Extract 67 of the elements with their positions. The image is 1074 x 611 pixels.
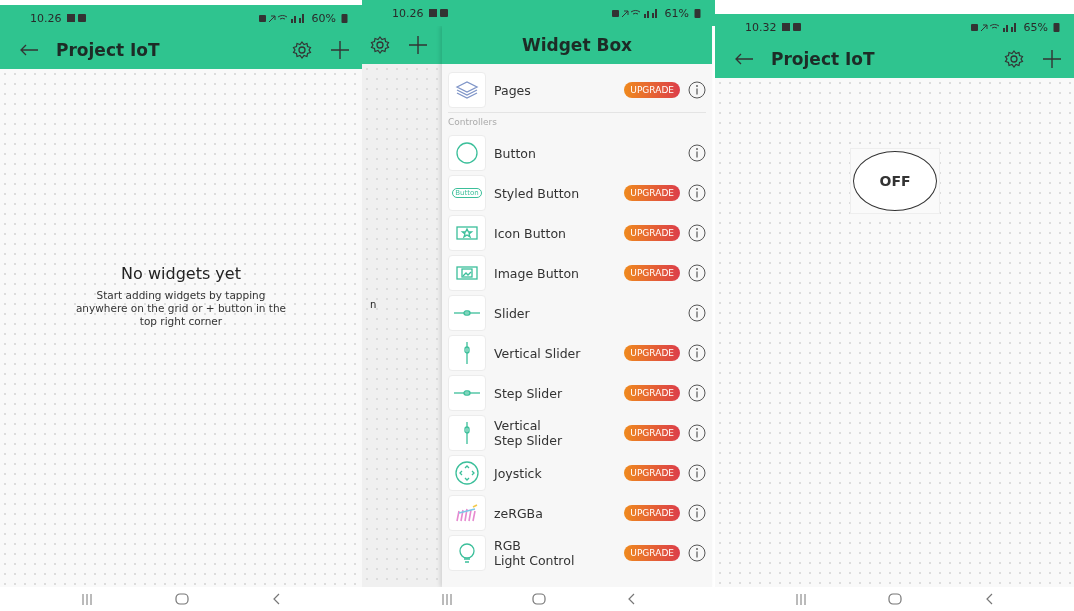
screen-title: Project IoT — [56, 40, 161, 60]
info-icon[interactable] — [688, 464, 706, 482]
battery-icon — [694, 8, 701, 18]
clock-time: 10.26 — [392, 6, 424, 20]
info-icon[interactable] — [688, 344, 706, 362]
add-icon[interactable] — [330, 40, 350, 60]
battery-percent: 60% — [311, 11, 336, 25]
section-header: Controllers — [448, 116, 498, 129]
widget-name[interactable]: Joystick — [494, 465, 617, 481]
add-icon[interactable] — [408, 35, 428, 55]
info-icon[interactable] — [688, 304, 706, 322]
empty-state-title: No widgets yet — [121, 264, 241, 283]
text-fragment: n — [370, 299, 377, 310]
widget-name[interactable]: Styled Button — [494, 185, 617, 201]
circle-icon — [453, 141, 481, 165]
status-icons-drawing — [611, 8, 660, 18]
clock-time: 10.32 — [745, 20, 777, 34]
home-icon[interactable] — [888, 593, 903, 605]
info-icon[interactable] — [688, 81, 706, 99]
battery-icon — [1053, 22, 1060, 32]
widget-name[interactable]: Button — [494, 145, 680, 161]
widget-name[interactable]: Pages — [494, 82, 617, 98]
info-icon[interactable] — [688, 544, 706, 562]
widget-name[interactable]: zeRGBa — [494, 505, 617, 521]
back-icon[interactable] — [272, 593, 281, 605]
home-icon[interactable] — [175, 593, 189, 605]
settings-icon[interactable] — [1004, 49, 1024, 69]
widget-name[interactable]: RGB Light Control — [494, 538, 617, 568]
back-icon[interactable] — [626, 593, 635, 605]
joystick-icon — [453, 461, 481, 485]
widget-name[interactable]: Step Slider — [494, 385, 617, 401]
notification-icons-drawing — [428, 9, 449, 17]
slider-icon — [454, 310, 480, 316]
back-arrow-icon[interactable] — [735, 53, 753, 65]
drawer-title: Widget Box — [442, 26, 712, 64]
widget-name[interactable]: Image Button — [494, 265, 617, 281]
info-icon[interactable] — [688, 424, 706, 442]
info-icon[interactable] — [688, 184, 706, 202]
info-icon[interactable] — [688, 504, 706, 522]
slider-icon — [454, 390, 480, 396]
clock-time: 10.26 — [30, 11, 62, 25]
notification-icons-drawing — [66, 14, 87, 22]
settings-icon[interactable] — [370, 35, 390, 55]
back-arrow-icon[interactable] — [20, 44, 38, 56]
widget-name[interactable]: Icon Button — [494, 225, 617, 241]
battery-percent: 65% — [1023, 20, 1048, 34]
info-icon[interactable] — [688, 144, 706, 162]
widget-name[interactable]: Vertical Step Slider — [494, 418, 617, 448]
status-icons-drawing — [970, 22, 1019, 32]
vertical-slider-icon — [464, 422, 470, 444]
status-icons-drawing — [258, 13, 307, 23]
widget-name[interactable]: Slider — [494, 305, 680, 321]
info-icon[interactable] — [688, 224, 706, 242]
info-icon[interactable] — [688, 384, 706, 402]
vertical-slider-icon — [464, 342, 470, 364]
settings-icon[interactable] — [292, 40, 312, 60]
back-icon[interactable] — [984, 593, 993, 605]
battery-icon — [341, 13, 348, 23]
notification-icons-drawing — [781, 23, 802, 31]
home-icon[interactable] — [532, 593, 547, 605]
info-icon[interactable] — [688, 264, 706, 282]
widget-name[interactable]: Vertical Slider — [494, 345, 617, 361]
off-button[interactable]: OFF — [853, 151, 937, 211]
add-icon[interactable] — [1042, 49, 1062, 69]
screen-title: Project IoT — [771, 49, 876, 69]
battery-percent: 61% — [664, 6, 689, 20]
empty-state-message: Start adding widgets by tapping anywhere on the grid or + button in the top right corner — [74, 289, 288, 329]
